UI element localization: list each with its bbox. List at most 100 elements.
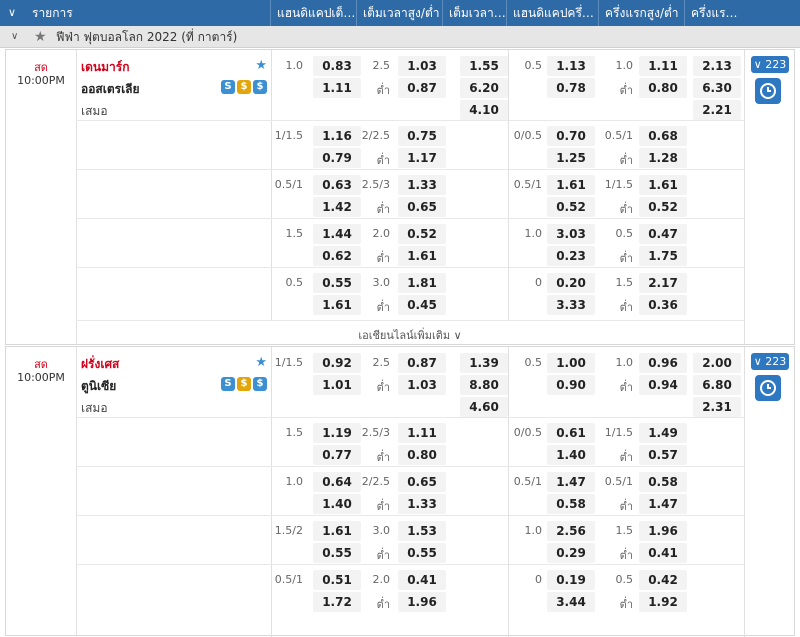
clock-icon[interactable] <box>755 78 781 104</box>
odds-button[interactable]: 1.96 <box>639 521 687 541</box>
odds-button[interactable]: 1.72 <box>313 592 361 612</box>
stats-icon[interactable]: S <box>221 80 235 94</box>
odds-button[interactable]: 2.56 <box>547 521 595 541</box>
odds-button[interactable]: 1.96 <box>398 592 446 612</box>
more-markets-button[interactable]: ∨ 223 <box>751 56 789 73</box>
odds-button[interactable]: 0.52 <box>547 197 595 217</box>
odds-button[interactable]: 1.47 <box>639 494 687 514</box>
odds-button-1x2[interactable]: 1.39 <box>460 353 508 373</box>
odds-button[interactable]: 1.40 <box>313 494 361 514</box>
odds-button[interactable]: 1.42 <box>313 197 361 217</box>
odds-button[interactable]: 1.61 <box>639 175 687 195</box>
odds-button[interactable]: 1.61 <box>398 246 446 266</box>
odds-button[interactable]: 0.75 <box>398 126 446 146</box>
odds-button[interactable]: 0.70 <box>547 126 595 146</box>
odds-button[interactable]: 0.51 <box>313 570 361 590</box>
odds-button[interactable]: 0.92 <box>313 353 361 373</box>
odds-button-1x2[interactable]: 2.21 <box>693 100 741 120</box>
odds-button[interactable]: 0.68 <box>639 126 687 146</box>
odds-button[interactable]: 0.94 <box>639 375 687 395</box>
star-icon[interactable]: ★ <box>255 355 267 370</box>
star-icon[interactable]: ★ <box>255 58 267 73</box>
odds-button-1x2[interactable]: 4.60 <box>460 397 508 417</box>
chevron-down-icon[interactable]: ∨ <box>11 26 18 48</box>
odds-button[interactable]: 0.78 <box>547 78 595 98</box>
odds-button-1x2[interactable]: 2.31 <box>693 397 741 417</box>
home-team[interactable]: เดนมาร์ก <box>81 58 129 77</box>
stats-icon[interactable]: S <box>221 377 235 391</box>
odds-button[interactable]: 1.17 <box>398 148 446 168</box>
odds-button[interactable]: 0.20 <box>547 273 595 293</box>
odds-button[interactable]: 1.75 <box>639 246 687 266</box>
odds-button[interactable]: 0.90 <box>547 375 595 395</box>
away-team[interactable]: ออสเตรเลีย <box>81 80 140 99</box>
home-team[interactable]: ฝรั่งเศส <box>81 355 119 374</box>
odds-button[interactable]: 0.55 <box>398 543 446 563</box>
odds-button[interactable]: 3.44 <box>547 592 595 612</box>
odds-button[interactable]: 0.87 <box>398 78 446 98</box>
odds-button[interactable]: 0.55 <box>313 273 361 293</box>
odds-button[interactable]: 1.01 <box>313 375 361 395</box>
odds-button[interactable]: 0.45 <box>398 295 446 315</box>
odds-button[interactable]: 0.58 <box>547 494 595 514</box>
odds-button[interactable]: 0.62 <box>313 246 361 266</box>
odds-button[interactable]: 0.29 <box>547 543 595 563</box>
odds-button[interactable]: 1.61 <box>547 175 595 195</box>
odds-button[interactable]: 1.49 <box>639 423 687 443</box>
header-col-ft-hdp[interactable]: แฮนดิแคปเต็ม... <box>270 0 356 26</box>
odds-button[interactable]: 1.16 <box>313 126 361 146</box>
odds-button[interactable]: 0.96 <box>639 353 687 373</box>
odds-button[interactable]: 1.92 <box>639 592 687 612</box>
odds-button[interactable]: 0.80 <box>639 78 687 98</box>
odds-button-1x2[interactable]: 6.80 <box>693 375 741 395</box>
more-markets-button[interactable]: ∨ 223 <box>751 353 789 370</box>
odds-button[interactable]: 1.11 <box>639 56 687 76</box>
odds-button[interactable]: 0.83 <box>313 56 361 76</box>
odds-button[interactable]: 1.11 <box>398 423 446 443</box>
odds-button[interactable]: 1.33 <box>398 494 446 514</box>
coin-icon[interactable]: $ <box>237 80 251 94</box>
star-icon[interactable]: ★ <box>34 26 47 48</box>
odds-button[interactable]: 0.80 <box>398 445 446 465</box>
league-row[interactable]: ∨ ★ ฟีฟ่า ฟุตบอลโลก 2022 (ที่ กาตาร์) <box>0 26 800 48</box>
odds-button[interactable]: 0.19 <box>547 570 595 590</box>
odds-button-1x2[interactable]: 1.55 <box>460 56 508 76</box>
odds-button[interactable]: 1.44 <box>313 224 361 244</box>
header-col-fh-hdp[interactable]: แฮนดิแคปครึ่ง... <box>506 0 598 26</box>
odds-button[interactable]: 0.87 <box>398 353 446 373</box>
odds-button[interactable]: 1.40 <box>547 445 595 465</box>
odds-button[interactable]: 0.57 <box>639 445 687 465</box>
odds-button[interactable]: 2.17 <box>639 273 687 293</box>
odds-button[interactable]: 0.47 <box>639 224 687 244</box>
odds-button-1x2[interactable]: 8.80 <box>460 375 508 395</box>
more-asian-lines-link[interactable]: เอเชียนไลน์เพิ่มเติม ∨ <box>76 326 744 344</box>
odds-button[interactable]: 0.42 <box>639 570 687 590</box>
odds-button-1x2[interactable]: 6.30 <box>693 78 741 98</box>
odds-button[interactable]: 1.61 <box>313 521 361 541</box>
odds-button[interactable]: 0.52 <box>639 197 687 217</box>
odds-button[interactable]: 0.58 <box>639 472 687 492</box>
odds-button[interactable]: 1.53 <box>398 521 446 541</box>
odds-button[interactable]: 0.36 <box>639 295 687 315</box>
odds-button[interactable]: 0.79 <box>313 148 361 168</box>
header-col-fh-1x2[interactable]: ครึ่งแรก ... <box>684 0 744 26</box>
odds-button[interactable]: 1.25 <box>547 148 595 168</box>
odds-button[interactable]: 0.65 <box>398 472 446 492</box>
odds-button[interactable]: 0.41 <box>398 570 446 590</box>
odds-button[interactable]: 1.11 <box>313 78 361 98</box>
header-col-ft-ou[interactable]: เต็มเวลาสูง/ต่ำ <box>356 0 442 26</box>
odds-button[interactable]: 0.61 <box>547 423 595 443</box>
odds-button[interactable]: 3.03 <box>547 224 595 244</box>
odds-button[interactable]: 1.03 <box>398 56 446 76</box>
odds-button[interactable]: 0.77 <box>313 445 361 465</box>
odds-button[interactable]: 1.81 <box>398 273 446 293</box>
odds-button[interactable]: 1.28 <box>639 148 687 168</box>
odds-button-1x2[interactable]: 6.20 <box>460 78 508 98</box>
odds-button-1x2[interactable]: 2.00 <box>693 353 741 373</box>
odds-button[interactable]: 1.47 <box>547 472 595 492</box>
odds-button[interactable]: 1.61 <box>313 295 361 315</box>
chevron-down-icon[interactable]: ∨ <box>8 0 16 26</box>
odds-button[interactable]: 1.33 <box>398 175 446 195</box>
away-team[interactable]: ตูนิเซีย <box>81 377 116 396</box>
odds-button[interactable]: 0.23 <box>547 246 595 266</box>
